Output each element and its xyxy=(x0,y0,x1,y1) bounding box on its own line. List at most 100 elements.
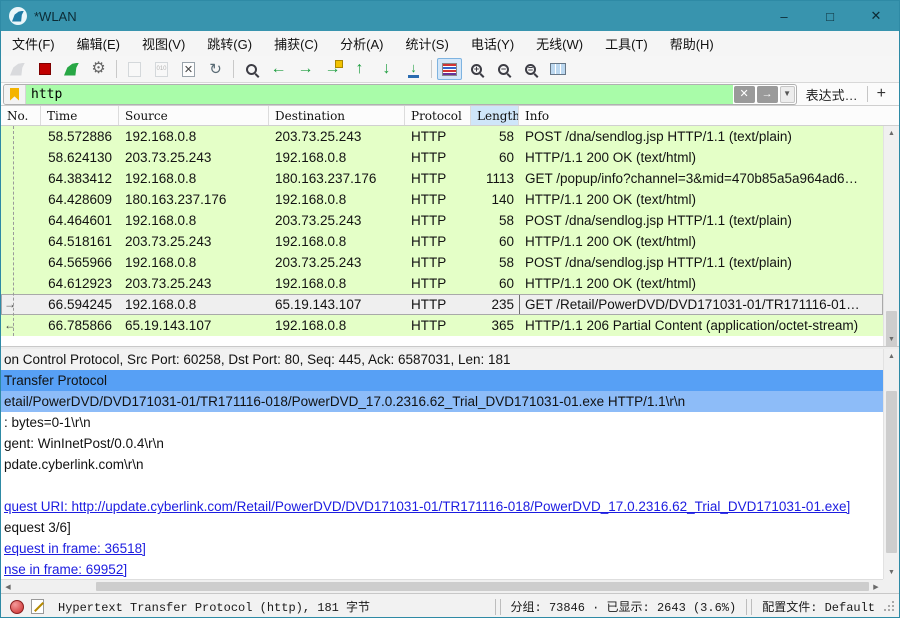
expert-info-icon[interactable] xyxy=(10,599,24,614)
expression-button[interactable]: 表达式… xyxy=(797,85,867,104)
filter-clear-button[interactable]: ✕ xyxy=(733,85,755,103)
minimize-button[interactable]: – xyxy=(761,1,807,31)
capture-comment-icon[interactable] xyxy=(31,599,44,614)
detail-line[interactable] xyxy=(1,475,883,496)
close-file-button[interactable]: ✕ xyxy=(176,58,201,80)
display-filter-input[interactable] xyxy=(26,84,733,104)
details-scroll-thumb[interactable] xyxy=(886,391,897,553)
capture-options-button[interactable]: ⚙ xyxy=(86,58,111,80)
packet-row[interactable]: 64.565966 192.168.0.8 203.73.25.243 HTTP 58 P… xyxy=(1,252,883,273)
detail-line[interactable]: Transfer Protocol xyxy=(1,370,883,391)
column-header-no[interactable]: No. xyxy=(1,106,41,125)
wireshark-logo-icon xyxy=(9,7,27,25)
zoom-out-button[interactable]: − xyxy=(491,58,516,80)
menu-statistics[interactable]: 统计(S) xyxy=(394,31,459,56)
scroll-down-icon[interactable]: ▼ xyxy=(884,565,899,579)
packet-list-scrollbar[interactable]: ▲ ▼ xyxy=(883,126,899,347)
horizontal-scroll-thumb[interactable] xyxy=(96,582,869,591)
detail-line[interactable]: pdate.cyberlink.com\r\n xyxy=(1,454,883,475)
column-header-protocol[interactable]: Protocol xyxy=(405,106,471,125)
cell-len: 60 xyxy=(498,234,514,249)
detail-line[interactable]: quest URI: http://update.cyberlink.com/R… xyxy=(1,496,883,517)
column-header-destination[interactable]: Destination xyxy=(269,106,405,125)
status-profile[interactable]: 配置文件: Default xyxy=(754,598,883,615)
menu-analyze[interactable]: 分析(A) xyxy=(329,31,394,56)
filter-apply-button[interactable]: → xyxy=(756,85,778,103)
details-scrollbar[interactable]: ▲ ▼ xyxy=(883,349,899,579)
detail-line[interactable]: : bytes=0-1\r\n xyxy=(1,412,883,433)
scroll-left-icon[interactable]: ◀ xyxy=(1,580,15,593)
detail-line[interactable]: equest in frame: 36518] xyxy=(1,538,883,559)
save-file-button[interactable]: 010 xyxy=(149,58,174,80)
go-back-button[interactable]: ← xyxy=(266,58,291,80)
auto-scroll-button[interactable]: ↓ xyxy=(401,58,426,80)
packet-row[interactable]: 64.383412 192.168.0.8 180.163.237.176 HTTP 1… xyxy=(1,168,883,189)
packet-row[interactable]: 64.612923 203.73.25.243 192.168.0.8 HTTP 60 H… xyxy=(1,273,883,294)
filter-add-button[interactable]: + xyxy=(868,86,895,102)
packet-row[interactable]: 58.572886 192.168.0.8 203.73.25.243 HTTP 58 P… xyxy=(1,126,883,147)
go-first-button[interactable]: ↑ xyxy=(347,58,372,80)
menu-edit[interactable]: 编辑(E) xyxy=(66,31,131,56)
packet-row[interactable]: 64.518161 203.73.25.243 192.168.0.8 HTTP 60 H… xyxy=(1,231,883,252)
cell-dst: 203.73.25.243 xyxy=(275,213,362,228)
cell-len: 58 xyxy=(498,255,514,270)
start-capture-button[interactable] xyxy=(5,58,30,80)
menu-view[interactable]: 视图(V) xyxy=(131,31,196,56)
column-header-source[interactable]: Source xyxy=(119,106,269,125)
details-horizontal-scrollbar[interactable]: ◀ ▶ xyxy=(1,579,883,593)
filter-bookmark-button[interactable] xyxy=(4,84,26,104)
open-file-button[interactable] xyxy=(122,58,147,80)
shark-fin-icon xyxy=(12,10,24,22)
zoom-normal-button[interactable]: = xyxy=(518,58,543,80)
detail-line[interactable]: etail/PowerDVD/DVD171031-01/TR171116-018… xyxy=(1,391,883,412)
zoom-in-button[interactable]: + xyxy=(464,58,489,80)
menu-go[interactable]: 跳转(G) xyxy=(196,31,263,56)
maximize-button[interactable]: □ xyxy=(807,1,853,31)
menu-file[interactable]: 文件(F) xyxy=(1,31,66,56)
reload-file-button[interactable]: ↻ xyxy=(203,58,228,80)
detail-line[interactable]: on Control Protocol, Src Port: 60258, Ds… xyxy=(1,349,883,370)
find-packet-button[interactable] xyxy=(239,58,264,80)
column-header-length[interactable]: Length xyxy=(471,106,519,125)
column-header-info[interactable]: Info xyxy=(519,106,899,125)
cell-proto: HTTP xyxy=(411,318,447,333)
scroll-right-icon[interactable]: ▶ xyxy=(869,580,883,593)
menu-help[interactable]: 帮助(H) xyxy=(659,31,725,56)
cell-src: 180.163.237.176 xyxy=(125,192,227,207)
resize-columns-button[interactable] xyxy=(545,58,570,80)
restart-capture-button[interactable] xyxy=(59,58,84,80)
status-packet-counts: 分组: 73846 · 已显示: 2643 (3.6%) xyxy=(510,601,737,615)
cell-no xyxy=(1,147,41,168)
packet-row[interactable]: ← 66.785866 65.19.143.107 192.168.0.8 HTTP 36… xyxy=(1,315,883,336)
detail-line[interactable]: nse in frame: 69952] xyxy=(1,559,883,579)
cell-len: 58 xyxy=(498,129,514,144)
cell-no xyxy=(1,210,41,231)
scroll-up-icon[interactable]: ▲ xyxy=(884,126,899,140)
resize-grip[interactable] xyxy=(883,600,897,614)
detail-line[interactable]: equest 3/6] xyxy=(1,517,883,538)
colorize-button[interactable] xyxy=(437,58,462,80)
filter-history-dropdown[interactable]: ▼ xyxy=(779,85,795,103)
cell-dst: 192.168.0.8 xyxy=(275,276,347,291)
close-button[interactable]: ✕ xyxy=(853,1,899,31)
stop-capture-button[interactable] xyxy=(32,58,57,80)
packet-row[interactable]: 58.624130 203.73.25.243 192.168.0.8 HTTP 60 H… xyxy=(1,147,883,168)
go-last-button[interactable]: ↓ xyxy=(374,58,399,80)
menu-tools[interactable]: 工具(T) xyxy=(594,31,659,56)
go-to-packet-button[interactable]: → xyxy=(320,58,345,80)
column-header-time[interactable]: Time xyxy=(41,106,119,125)
menu-telephony[interactable]: 电话(Y) xyxy=(460,31,525,56)
menu-capture[interactable]: 捕获(C) xyxy=(263,31,329,56)
scroll-down-icon[interactable]: ▼ xyxy=(884,332,899,346)
packet-row[interactable]: 64.464601 192.168.0.8 203.73.25.243 HTTP 58 P… xyxy=(1,210,883,231)
cell-dst: 180.163.237.176 xyxy=(275,171,377,186)
scroll-up-icon[interactable]: ▲ xyxy=(884,349,899,363)
packet-row[interactable]: 64.428609 180.163.237.176 192.168.0.8 HTTP 1… xyxy=(1,189,883,210)
menu-wireless[interactable]: 无线(W) xyxy=(525,31,594,56)
go-forward-button[interactable]: → xyxy=(293,58,318,80)
resize-columns-icon xyxy=(549,63,566,75)
wireshark-window: *WLAN – □ ✕ 文件(F) 编辑(E) 视图(V) 跳转(G) 捕获(C) 分析(… xyxy=(0,0,900,618)
detail-line[interactable]: gent: WinInetPost/0.0.4\r\n xyxy=(1,433,883,454)
packet-row[interactable]: → 66.594245 192.168.0.8 65.19.143.107 HTTP 23… xyxy=(1,294,883,315)
cell-len: 140 xyxy=(491,192,514,207)
